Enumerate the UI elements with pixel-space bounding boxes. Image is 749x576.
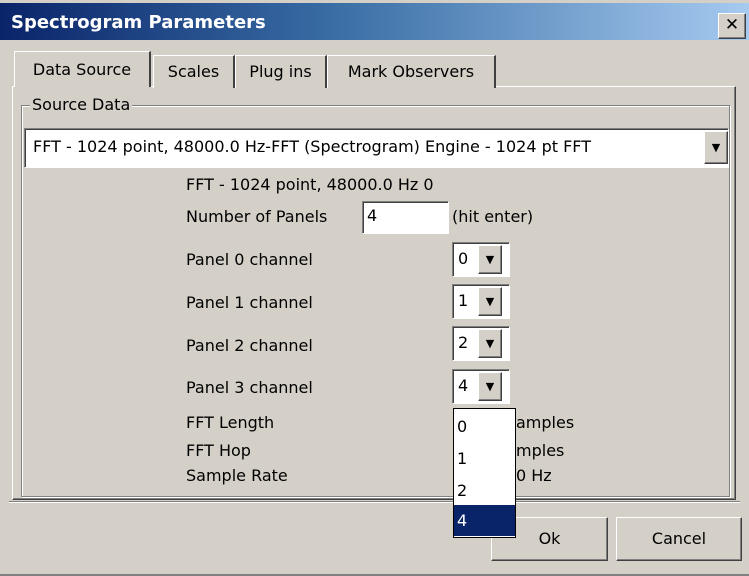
panel-3-label: Panel 3 channel	[186, 378, 313, 397]
window-title: Spectrogram Parameters	[11, 12, 266, 33]
chevron-down-icon: ▼	[711, 141, 721, 154]
separator	[9, 501, 740, 503]
window-top-edge	[0, 0, 749, 3]
panel-3-dropdown-button[interactable]: ▼	[478, 372, 502, 401]
tab-scales[interactable]: Scales	[153, 55, 235, 88]
sample-rate-value: 0 Hz	[516, 466, 552, 485]
source-data-value: FFT - 1024 point, 48000.0 Hz-FFT (Spectr…	[33, 137, 591, 156]
panel-1-label: Panel 1 channel	[186, 293, 313, 312]
tab-label: Plug ins	[249, 62, 312, 81]
tab-label: Mark Observers	[347, 62, 475, 81]
num-panels-value: 4	[367, 206, 378, 225]
tab-mark-observers[interactable]: Mark Observers	[327, 55, 496, 88]
tab-plug-ins[interactable]: Plug ins	[235, 55, 327, 88]
tab-label: Scales	[167, 62, 220, 81]
panel-0-label: Panel 0 channel	[186, 250, 313, 269]
chevron-down-icon: ▼	[485, 337, 495, 350]
close-button[interactable]: ✕	[718, 13, 746, 39]
panel-2-label: Panel 2 channel	[186, 336, 313, 355]
source-info: FFT - 1024 point, 48000.0 Hz 0	[186, 175, 434, 194]
num-panels-hint: (hit enter)	[452, 207, 534, 226]
panel-2-dropdown-button[interactable]: ▼	[478, 329, 502, 358]
dropdown-option-0[interactable]: 0	[454, 411, 515, 442]
channel-dropdown-list[interactable]: 0 1 2 4	[453, 408, 516, 538]
tab-data-source[interactable]: Data Source	[14, 51, 151, 87]
fft-length-label: FFT Length	[186, 413, 275, 432]
fft-hop-value: mples	[516, 441, 565, 460]
ok-label: Ok	[538, 529, 561, 548]
chevron-down-icon: ▼	[485, 295, 495, 308]
num-panels-label: Number of Panels	[186, 207, 328, 226]
panel-1-dropdown-button[interactable]: ▼	[478, 287, 502, 316]
fft-hop-label: FFT Hop	[186, 441, 251, 460]
tab-label: Data Source	[32, 60, 132, 79]
chevron-down-icon: ▼	[485, 380, 495, 393]
group-label: Source Data	[30, 95, 133, 114]
cancel-label: Cancel	[651, 529, 707, 548]
close-icon: ✕	[724, 15, 740, 35]
chevron-down-icon: ▼	[485, 253, 495, 266]
panel-0-dropdown-button[interactable]: ▼	[478, 245, 502, 274]
dropdown-option-1[interactable]: 1	[454, 443, 515, 474]
cancel-button[interactable]: Cancel	[616, 517, 742, 561]
dropdown-option-2[interactable]: 2	[454, 475, 515, 506]
num-panels-input[interactable]: 4	[362, 201, 449, 234]
source-dropdown-button[interactable]: ▼	[704, 131, 728, 164]
fft-length-value: amples	[516, 413, 575, 432]
sample-rate-label: Sample Rate	[186, 466, 288, 485]
dropdown-option-4[interactable]: 4	[454, 505, 515, 536]
